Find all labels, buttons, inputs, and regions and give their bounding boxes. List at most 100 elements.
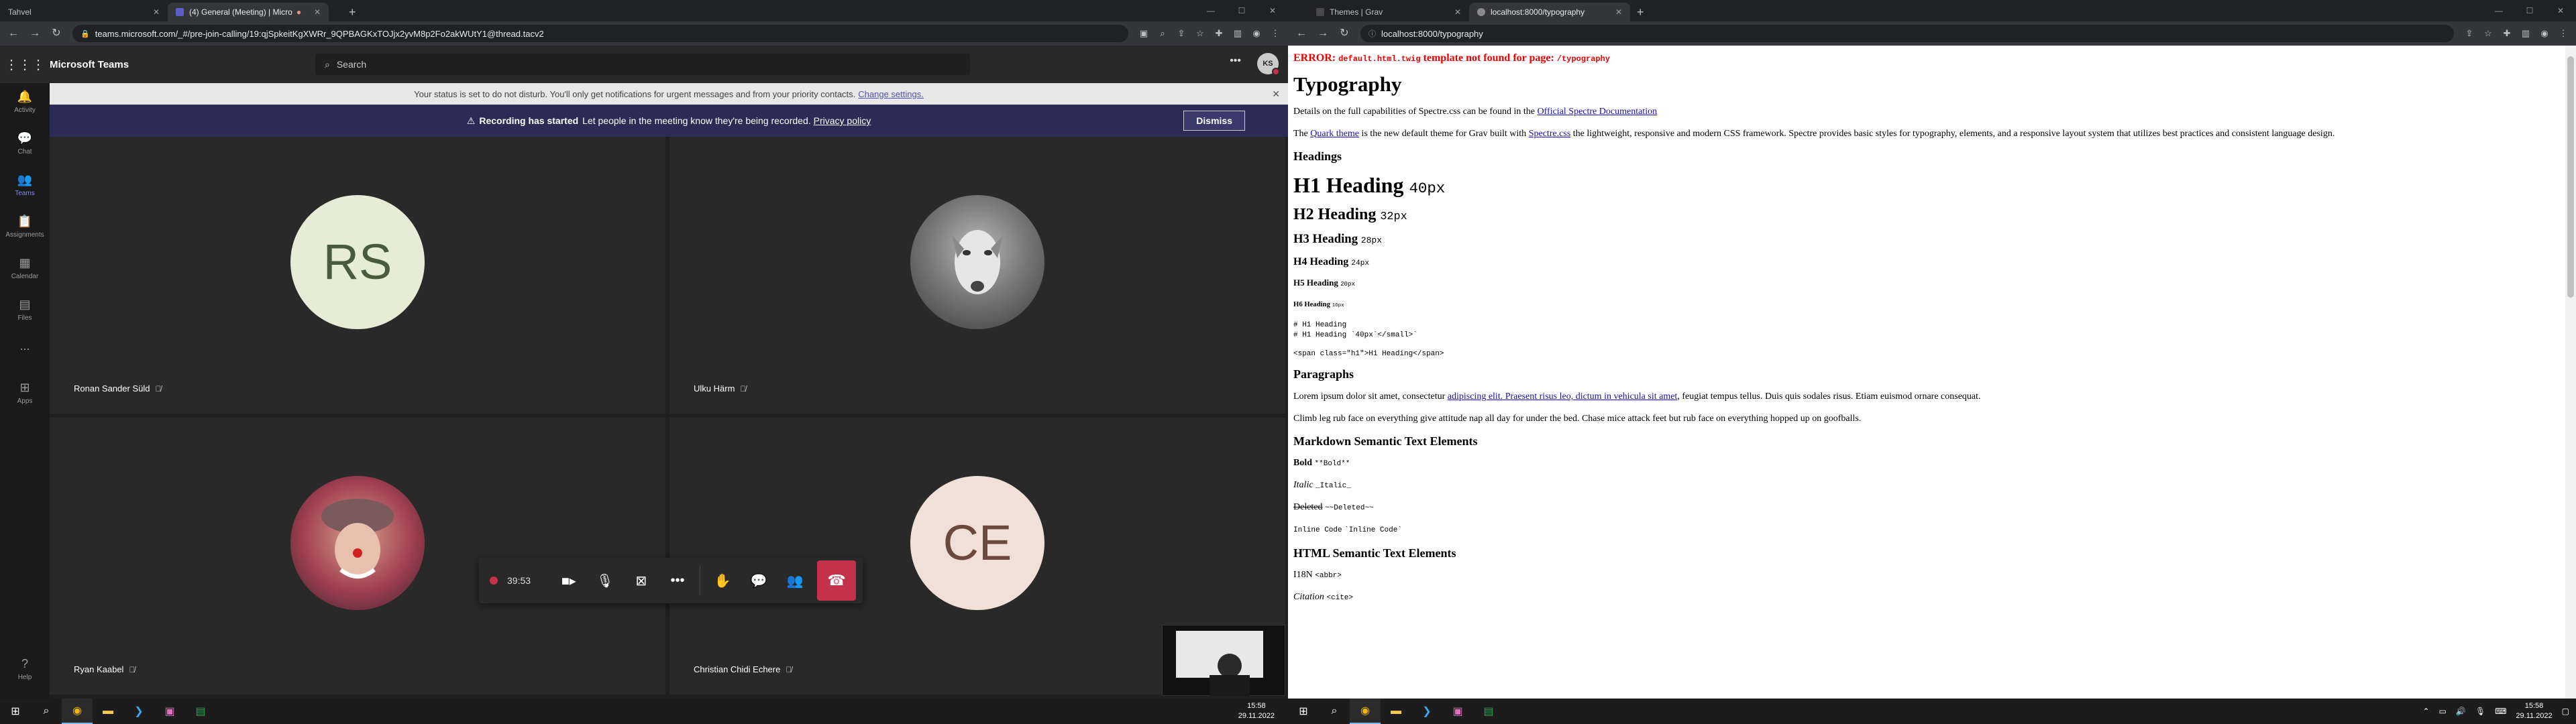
dismiss-button[interactable]: Dismiss [1183, 111, 1245, 131]
html-section-title: HTML Semantic Text Elements [1293, 546, 1456, 560]
tab-teams-meeting[interactable]: (4) General (Meeting) | Micro ● ✕ [168, 3, 329, 21]
rail-item-help[interactable]: ? Help [0, 650, 50, 692]
lorem-link[interactable]: adipiscing elit. Praesent risus leo, dic… [1448, 391, 1678, 402]
scrollbar-thumb[interactable] [2567, 56, 2574, 298]
file-explorer-icon[interactable]: ▬ [1381, 699, 1411, 724]
app-launcher-icon[interactable]: ⋮⋮⋮ [0, 56, 50, 73]
reload-icon[interactable]: ↻ [1335, 24, 1354, 43]
forward-icon[interactable]: → [25, 24, 44, 43]
clock[interactable]: 15:58 29.11.2022 [1238, 701, 1275, 721]
star-icon[interactable]: ☆ [2479, 28, 2497, 39]
back-icon[interactable]: ← [1292, 24, 1311, 43]
windows-taskbar: ⊞ ⌕ ◉ ▬ ❯ ▣ ▤ 15:58 29.11.2022 ⊞ ⌕ ◉ ▬ ❯ … [0, 699, 2576, 724]
participant-tile[interactable]: RS Ronan Sander Süld 🎙̸ [50, 137, 665, 414]
share-icon[interactable]: ⇪ [2461, 28, 2478, 39]
rail-item-files[interactable]: ▤ Files [0, 291, 50, 333]
people-icon: 👥 [786, 573, 804, 589]
minimize-icon[interactable]: — [1195, 0, 1226, 21]
address-bar[interactable]: 🔒 teams.microsoft.com/_#/pre-join-callin… [72, 25, 1128, 42]
app-icon[interactable]: ▣ [1442, 699, 1473, 724]
more-options-icon[interactable]: ••• [1230, 55, 1241, 67]
spectre-docs-link[interactable]: Official Spectre Documentation [1538, 107, 1658, 117]
extensions-icon[interactable]: ✚ [2498, 28, 2516, 39]
notifications-icon[interactable]: ▢ [2562, 707, 2569, 716]
close-icon[interactable]: ✕ [1272, 88, 1280, 100]
tab-title: localhost:8000/typography [1491, 7, 1585, 17]
change-settings-link[interactable]: Change settings. [858, 89, 924, 99]
rail-item-activity[interactable]: 🔔 Activity [0, 83, 50, 125]
participants-button[interactable]: 👥 [777, 562, 813, 599]
windows-start-icon[interactable]: ⊞ [1288, 699, 1319, 724]
self-view-video[interactable] [1162, 625, 1285, 697]
close-window-icon[interactable]: ✕ [2545, 0, 2576, 21]
close-tab-icon[interactable]: ✕ [1610, 7, 1622, 17]
rail-item-apps[interactable]: ⊞ Apps [0, 374, 50, 416]
chrome-icon[interactable]: ◉ [62, 699, 93, 724]
privacy-policy-link[interactable]: Privacy policy [814, 115, 871, 126]
profile-icon[interactable]: ◉ [2536, 28, 2553, 39]
menu-icon[interactable]: ⋮ [1267, 28, 1284, 39]
page-scrollbar[interactable] [2565, 46, 2576, 699]
close-tab-icon[interactable]: ✕ [1449, 7, 1461, 17]
zoom-icon[interactable]: ⌕ [1154, 28, 1171, 39]
tab-blank[interactable] [329, 3, 342, 21]
chrome-icon[interactable]: ◉ [1350, 699, 1381, 724]
rail-item-assignments[interactable]: 📋 Assignments [0, 208, 50, 249]
quark-theme-link[interactable]: Quark theme [1310, 129, 1359, 139]
participant-tile[interactable]: Ulku Härm 🎙̸ [669, 137, 1285, 414]
maximize-icon[interactable]: ☐ [1226, 0, 1257, 21]
app-icon[interactable]: ▣ [154, 699, 185, 724]
notepad-icon[interactable]: ▤ [1473, 699, 1504, 724]
new-tab-icon[interactable]: + [342, 3, 363, 21]
windows-start-icon[interactable]: ⊞ [0, 699, 31, 724]
forward-icon[interactable]: → [1313, 24, 1332, 43]
rail-item-more[interactable]: ... [0, 333, 50, 374]
profile-icon[interactable]: ◉ [1248, 28, 1265, 39]
address-bar[interactable]: ⓘ localhost:8000/typography [1360, 25, 2454, 42]
chevron-up-icon[interactable]: ⌃ [2422, 707, 2429, 716]
search-icon[interactable]: ⌕ [1319, 699, 1350, 724]
rail-item-teams[interactable]: 👥 Teams [0, 166, 50, 208]
mic-button[interactable]: 🎙 [587, 562, 623, 599]
tab-tahvel[interactable]: Tahvel ✕ [0, 3, 168, 21]
close-tab-icon[interactable]: ✕ [309, 7, 321, 17]
sidebar-icon[interactable]: ▥ [2517, 28, 2534, 39]
chat-button[interactable]: 💬 [741, 562, 777, 599]
keyboard-icon[interactable]: ⌨ [2495, 707, 2506, 716]
file-explorer-icon[interactable]: ▬ [93, 699, 123, 724]
raise-hand-button[interactable]: ✋ [704, 562, 741, 599]
extensions-icon[interactable]: ✚ [1210, 28, 1228, 39]
sidebar-icon[interactable]: ▥ [1229, 28, 1246, 39]
share-icon[interactable]: ⇪ [1173, 28, 1190, 39]
spectre-link[interactable]: Spectre.css [1529, 129, 1571, 139]
camera-icon[interactable]: ▣ [1135, 28, 1152, 39]
more-actions-button[interactable]: ••• [659, 562, 696, 599]
search-icon[interactable]: ⌕ [31, 699, 62, 724]
menu-icon[interactable]: ⋮ [2555, 28, 2572, 39]
maximize-icon[interactable]: ☐ [2514, 0, 2545, 21]
notepad-icon[interactable]: ▤ [185, 699, 216, 724]
clock[interactable]: 15:58 29.11.2022 [2516, 701, 2552, 721]
avatar[interactable]: KS [1257, 53, 1280, 76]
rail-item-chat[interactable]: 💬 Chat [0, 125, 50, 166]
close-window-icon[interactable]: ✕ [1257, 0, 1288, 21]
back-icon[interactable]: ← [4, 24, 23, 43]
close-tab-icon[interactable]: ✕ [148, 7, 160, 17]
search-input[interactable]: ⌕ Search [315, 54, 970, 75]
tab-themes-grav[interactable]: Themes | Grav ✕ [1308, 3, 1469, 21]
star-icon[interactable]: ☆ [1191, 28, 1209, 39]
rail-item-calendar[interactable]: ▦ Calendar [0, 249, 50, 291]
new-tab-icon[interactable]: + [1630, 3, 1651, 21]
vscode-icon[interactable]: ❯ [1411, 699, 1442, 724]
participant-tile[interactable]: Ryan Kaabel 🎙̸ [50, 418, 665, 695]
tab-typography[interactable]: localhost:8000/typography ✕ [1469, 3, 1630, 21]
network-icon[interactable]: ▭ [2439, 707, 2447, 716]
hang-up-button[interactable]: ☎ [817, 560, 857, 601]
camera-button[interactable]: ■▸ [551, 562, 587, 599]
reload-icon[interactable]: ↻ [47, 24, 66, 43]
vscode-icon[interactable]: ❯ [123, 699, 154, 724]
minimize-icon[interactable]: — [2483, 0, 2514, 21]
volume-icon[interactable]: 🔊 [2456, 707, 2466, 716]
share-screen-button[interactable]: ⊠ [623, 562, 659, 599]
mic-icon[interactable]: 🎙 [2475, 707, 2485, 716]
